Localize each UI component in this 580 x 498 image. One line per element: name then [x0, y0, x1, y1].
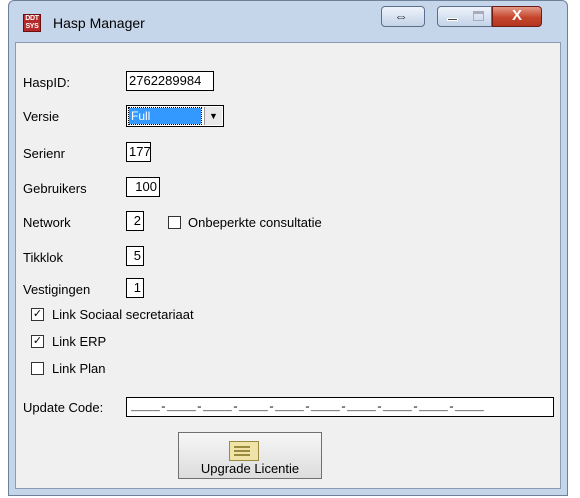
app-icon-text-top: DDT	[25, 15, 39, 22]
resize-button[interactable]: ⇔	[381, 6, 425, 27]
form-panel: HaspID: 2762289984 Versie Full ▼ Serienr…	[15, 42, 561, 489]
maximize-icon	[473, 11, 484, 21]
haspid-field[interactable]: 2762289984	[126, 71, 214, 91]
upgrade-licentie-button[interactable]: Upgrade Licentie	[178, 432, 322, 479]
link-plan-checkbox[interactable]	[31, 362, 44, 375]
hasp-manager-window: DDT SYS Hasp Manager ⇔ X HaspID: 2762289…	[8, 0, 568, 496]
upgrade-licentie-label: Upgrade Licentie	[200, 461, 300, 476]
certificate-icon	[229, 441, 259, 461]
window-title: Hasp Manager	[53, 15, 145, 31]
tikklok-label: Tikklok	[23, 250, 63, 265]
network-field[interactable]: 2	[126, 211, 144, 231]
maximize-button[interactable]	[466, 6, 492, 27]
onbeperkte-consultatie-label: Onbeperkte consultatie	[188, 215, 322, 230]
haspid-label: HaspID:	[23, 75, 70, 90]
resize-icon: ⇔	[394, 8, 408, 24]
link-sociaal-secretariaat-checkbox[interactable]: ✓	[31, 308, 44, 321]
link-erp-checkbox[interactable]: ✓	[31, 335, 44, 348]
versie-selected-value: Full	[128, 107, 202, 125]
update-code-label: Update Code:	[23, 400, 104, 415]
link-sociaal-secretariaat-label: Link Sociaal secretariaat	[52, 307, 194, 322]
onbeperkte-consultatie-checkbox[interactable]	[168, 216, 181, 229]
serienr-label: Serienr	[23, 146, 65, 161]
versie-select[interactable]: Full ▼	[126, 105, 224, 127]
vestigingen-field[interactable]: 1	[126, 278, 144, 298]
network-label: Network	[23, 215, 71, 230]
link-plan-label: Link Plan	[52, 361, 106, 376]
close-icon: X	[512, 7, 523, 24]
update-code-input[interactable]: ____-____-____-____-____-____-____-____-…	[126, 397, 554, 417]
app-icon-text-bottom: SYS	[25, 23, 39, 30]
versie-label: Versie	[23, 109, 60, 124]
vestigingen-label: Vestigingen	[23, 282, 91, 297]
tikklok-field[interactable]: 5	[126, 246, 144, 266]
title-bar[interactable]: DDT SYS Hasp Manager ⇔ X	[9, 1, 567, 43]
minimize-icon	[447, 18, 458, 21]
gebruikers-label: Gebruikers	[23, 181, 87, 196]
link-erp-label: Link ERP	[52, 334, 107, 349]
serienr-field[interactable]: 177	[126, 142, 151, 162]
close-button[interactable]: X	[492, 6, 542, 27]
app-icon[interactable]: DDT SYS	[23, 14, 41, 32]
minimize-button[interactable]	[437, 6, 467, 27]
gebruikers-field[interactable]: 100	[126, 177, 160, 197]
chevron-down-icon[interactable]: ▼	[204, 107, 222, 125]
